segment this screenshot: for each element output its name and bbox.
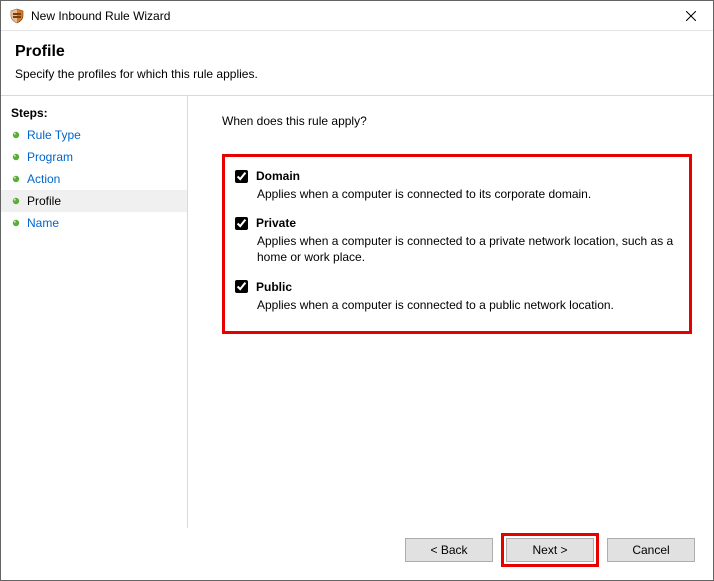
close-icon [686, 11, 696, 21]
steps-heading: Steps: [1, 104, 187, 124]
option-desc: Applies when a computer is connected to … [257, 186, 677, 202]
close-button[interactable] [668, 1, 713, 30]
option-public-row[interactable]: Public [235, 280, 679, 294]
step-bullet-icon [11, 174, 21, 184]
step-program[interactable]: Program [1, 146, 187, 168]
step-bullet-icon [11, 218, 21, 228]
option-private: Private Applies when a computer is conne… [235, 216, 679, 265]
step-profile[interactable]: Profile [1, 190, 187, 212]
option-name: Public [256, 280, 292, 294]
private-checkbox[interactable] [235, 217, 248, 230]
wizard-body: Steps: Rule Type Program Action [1, 96, 713, 528]
titlebar: New Inbound Rule Wizard [1, 1, 713, 31]
wizard-header: Profile Specify the profiles for which t… [1, 31, 713, 95]
step-label: Profile [27, 194, 61, 208]
option-public: Public Applies when a computer is connec… [235, 280, 679, 313]
step-label: Program [27, 150, 73, 164]
step-name[interactable]: Name [1, 212, 187, 234]
wizard-content: When does this rule apply? Domain Applie… [188, 96, 713, 528]
option-domain-row[interactable]: Domain [235, 169, 679, 183]
step-bullet-icon [11, 130, 21, 140]
prompt-text: When does this rule apply? [222, 114, 693, 128]
step-bullet-icon [11, 152, 21, 162]
annotation-next-highlight: Next > [501, 533, 599, 567]
wizard-window: New Inbound Rule Wizard Profile Specify … [0, 0, 714, 581]
annotation-highlight-box: Domain Applies when a computer is connec… [222, 154, 692, 334]
step-label: Action [27, 172, 60, 186]
back-button[interactable]: < Back [405, 538, 493, 562]
wizard-footer: < Back Next > Cancel [1, 528, 713, 580]
step-label: Rule Type [27, 128, 81, 142]
firewall-shield-icon [9, 8, 25, 24]
step-rule-type[interactable]: Rule Type [1, 124, 187, 146]
domain-checkbox[interactable] [235, 170, 248, 183]
option-private-row[interactable]: Private [235, 216, 679, 230]
page-title: Profile [15, 43, 699, 61]
step-label: Name [27, 216, 59, 230]
option-domain: Domain Applies when a computer is connec… [235, 169, 679, 202]
option-name: Domain [256, 169, 300, 183]
next-button[interactable]: Next > [506, 538, 594, 562]
public-checkbox[interactable] [235, 280, 248, 293]
cancel-button[interactable]: Cancel [607, 538, 695, 562]
step-action[interactable]: Action [1, 168, 187, 190]
steps-sidebar: Steps: Rule Type Program Action [1, 96, 187, 528]
option-desc: Applies when a computer is connected to … [257, 233, 677, 265]
window-title: New Inbound Rule Wizard [31, 9, 668, 23]
step-bullet-icon [11, 196, 21, 206]
page-subtitle: Specify the profiles for which this rule… [15, 67, 699, 81]
option-name: Private [256, 216, 296, 230]
option-desc: Applies when a computer is connected to … [257, 297, 677, 313]
